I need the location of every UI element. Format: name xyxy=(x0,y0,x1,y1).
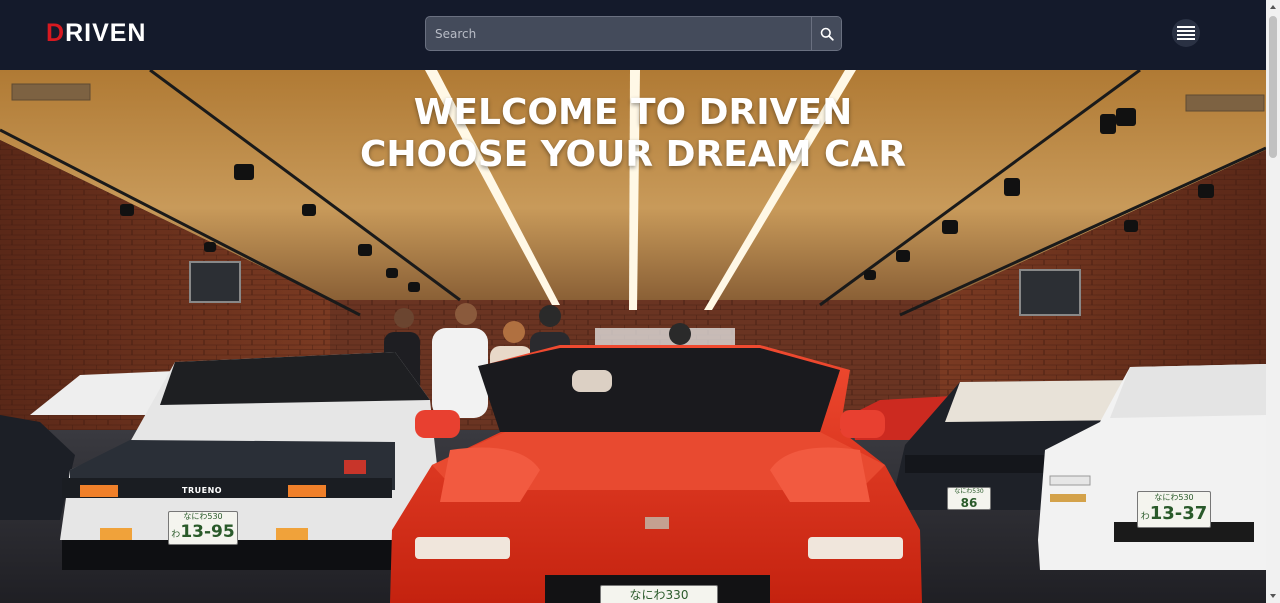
logo-accent-letter: D xyxy=(46,19,66,47)
driven-logo[interactable]: DRIVEN xyxy=(46,19,147,47)
menu-button[interactable] xyxy=(1172,19,1200,47)
hero-section: TRUENO なにわ530 わ13-95 なにわ530 86 なにわ530 わ1… xyxy=(0,70,1266,603)
plate-number: 13-37 xyxy=(1149,503,1208,524)
search-bar xyxy=(425,16,842,51)
trueno-badge: TRUENO xyxy=(182,486,223,495)
chevron-up-icon xyxy=(1270,5,1276,9)
plate-region: なにわ530 xyxy=(954,488,984,495)
license-plate-right-front: なにわ530 わ13-37 xyxy=(1137,491,1211,528)
scroll-up-arrow[interactable] xyxy=(1266,0,1280,14)
license-plate-left: なにわ530 わ13-95 xyxy=(168,511,238,545)
search-button[interactable] xyxy=(811,17,841,50)
navbar: DRIVEN xyxy=(0,0,1266,70)
search-icon xyxy=(820,27,834,41)
vertical-scrollbar[interactable] xyxy=(1266,0,1280,603)
scroll-thumb[interactable] xyxy=(1269,16,1277,158)
search-input[interactable] xyxy=(426,17,811,50)
license-plate-right-mid: なにわ530 86 xyxy=(947,487,991,510)
hero-title: WELCOME TO DRIVEN CHOOSE YOUR DREAM CAR xyxy=(0,92,1266,176)
chevron-down-icon xyxy=(1270,594,1276,598)
hero-title-line-2: CHOOSE YOUR DREAM CAR xyxy=(359,134,907,175)
plate-prefix: わ xyxy=(171,530,181,540)
plate-number: 86 xyxy=(960,496,978,510)
plate-region: なにわ530 xyxy=(1154,493,1194,502)
hamburger-menu-icon xyxy=(1177,26,1195,40)
hero-title-line-1: WELCOME TO DRIVEN xyxy=(413,92,853,133)
logo-rest-text: RIVEN xyxy=(65,19,147,47)
plate-region: なにわ330 xyxy=(629,588,689,602)
plate-region: なにわ530 xyxy=(183,512,223,521)
license-plate-center: なにわ330 xyxy=(600,585,718,603)
plate-prefix: わ xyxy=(1140,512,1150,522)
scroll-down-arrow[interactable] xyxy=(1266,589,1280,603)
plate-number: 13-95 xyxy=(180,522,235,542)
